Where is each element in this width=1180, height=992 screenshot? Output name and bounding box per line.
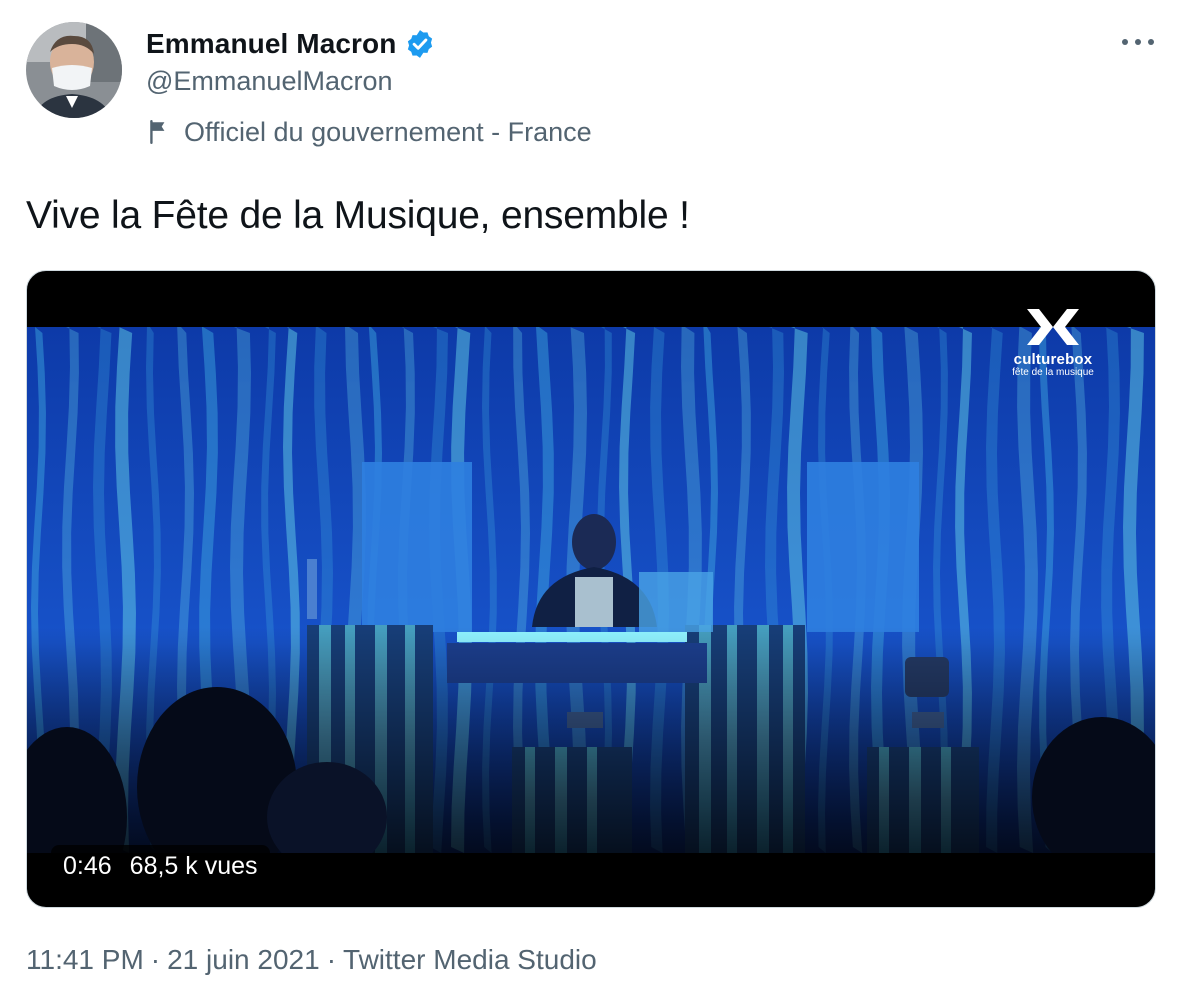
video-player[interactable]: culturebox fête de la musique 0:46 68,5 … [26,270,1156,908]
video-info-badge: 0:46 68,5 k vues [51,845,270,887]
government-label: Officiel du gouvernement - France [184,116,592,147]
separator: · [150,944,161,975]
video-duration: 0:46 [63,851,112,880]
more-options-icon[interactable] [1118,28,1158,56]
watermark-name: culturebox [1013,351,1093,368]
tweet-card: Emmanuel Macron @EmmanuelMacron Officiel… [0,0,1180,992]
watermark-subtitle: fête de la musique [1012,367,1094,378]
author-handle[interactable]: @EmmanuelMacron [146,66,393,97]
tweet-source[interactable]: Twitter Media Studio [343,944,597,976]
author-name-row: Emmanuel Macron [146,24,436,64]
tweet-text: Vive la Fête de la Musique, ensemble ! [26,194,690,237]
tweet-time[interactable]: 11:41 PM [26,944,144,976]
profile-photo [26,22,122,118]
flag-icon [146,119,172,145]
video-frame [27,327,1155,853]
tweet-metadata: 11:41 PM · 21 juin 2021 · Twitter Media … [26,944,597,976]
view-count: 68,5 k vues [129,851,258,880]
government-label-row: Officiel du gouvernement - France [146,114,592,150]
culturebox-watermark: culturebox fête de la musique [1003,307,1103,378]
display-name[interactable]: Emmanuel Macron [146,28,396,60]
separator: · [326,944,337,975]
tweet-date[interactable]: 21 juin 2021 [167,944,320,976]
verified-badge-icon [404,28,436,60]
culturebox-logo-icon [1027,309,1079,345]
avatar[interactable] [26,22,122,118]
